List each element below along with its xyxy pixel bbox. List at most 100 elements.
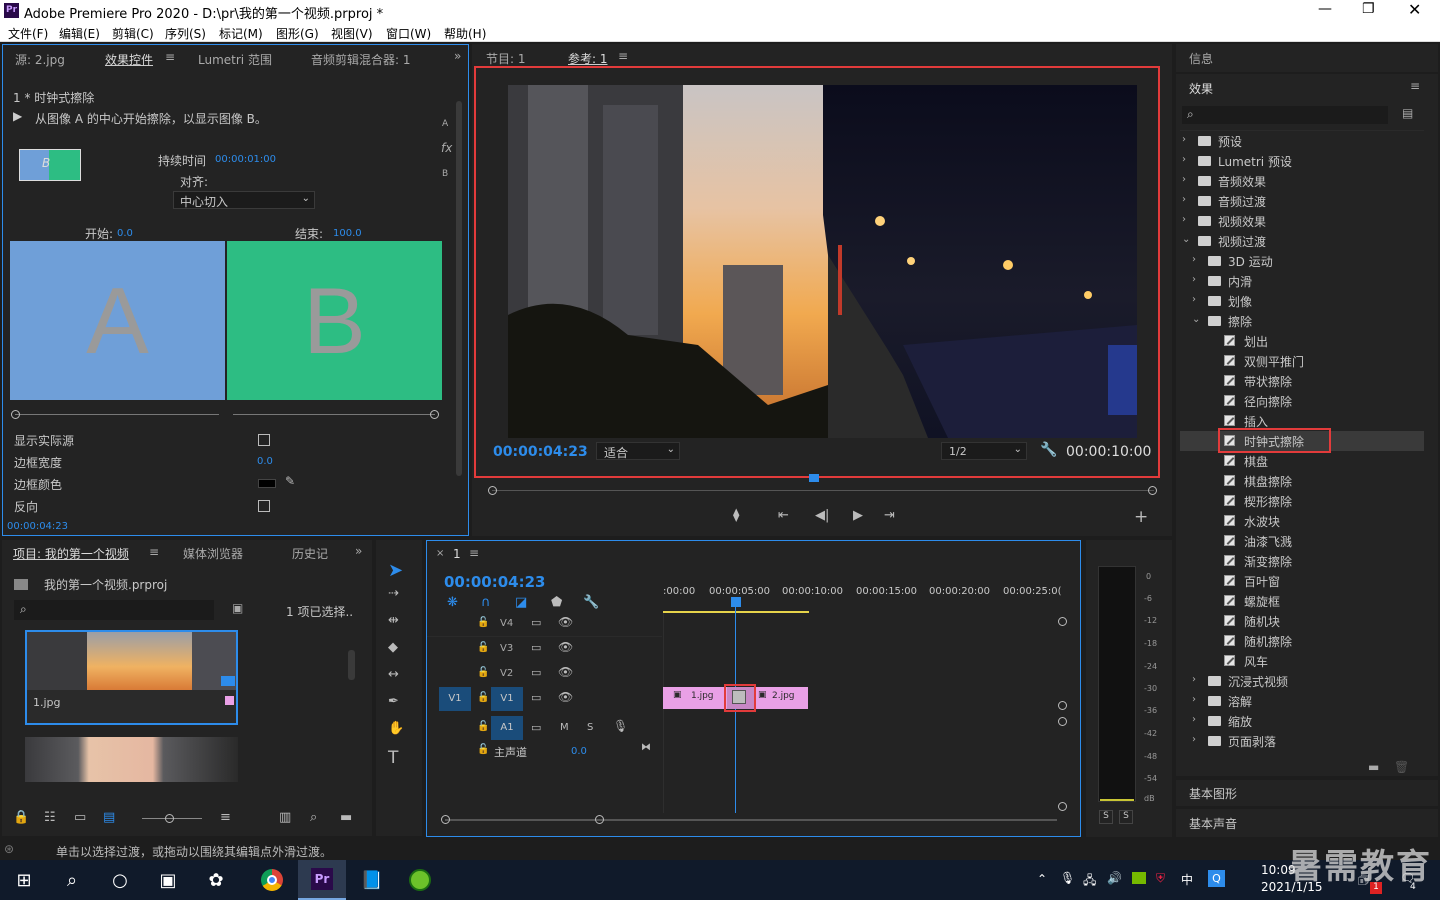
panel-menu-icon[interactable]: ≡ — [1410, 79, 1420, 93]
effect-item[interactable]: 楔形擦除 — [1180, 491, 1420, 511]
scrub-bar[interactable] — [492, 490, 1154, 491]
effect-item[interactable]: 渐变擦除 — [1180, 551, 1420, 571]
find-icon[interactable]: ⌕ — [310, 810, 317, 825]
effect-item[interactable]: 径向擦除 — [1180, 391, 1420, 411]
fit-dropdown[interactable]: 适合 ⌄ — [596, 442, 680, 460]
mute-button[interactable]: M — [560, 722, 569, 733]
effect-item[interactable]: 双侧平推门 — [1180, 351, 1420, 371]
chevron-right-icon[interactable]: › — [1182, 134, 1186, 145]
show-source-checkbox[interactable] — [258, 434, 270, 446]
pen-tool-icon[interactable]: ✒ — [388, 694, 399, 709]
effect-item[interactable]: 百叶窗 — [1180, 571, 1420, 591]
tab-history[interactable]: 历史记 — [292, 545, 328, 562]
play-icon[interactable]: ▶ — [853, 508, 863, 523]
quality-dropdown[interactable]: 1/2 ⌄ — [941, 442, 1027, 460]
type-tool-icon[interactable]: T — [388, 748, 398, 768]
tab-project[interactable]: 项目: 我的第一个视频 — [13, 545, 129, 562]
eye-icon[interactable]: 👁 — [558, 690, 573, 704]
playhead-handle[interactable] — [731, 597, 741, 607]
effect-folder[interactable]: ⌄ 擦除 — [1180, 311, 1420, 331]
vertical-zoom-mid[interactable] — [1058, 701, 1067, 710]
timeline-timecode[interactable]: 00:00:04:23 — [444, 573, 546, 591]
effect-item[interactable]: 棋盘 — [1180, 451, 1420, 471]
track-v1-label[interactable]: V1 — [491, 687, 523, 711]
maximize-button[interactable]: ❐ — [1362, 1, 1375, 17]
network-icon[interactable]: 🖧 — [1083, 871, 1096, 892]
program-timecode[interactable]: 00:00:04:23 — [493, 444, 588, 460]
solo-button[interactable]: S — [587, 722, 593, 733]
premiere-taskbar-icon[interactable]: Pr — [298, 860, 346, 900]
menu-graphics[interactable]: 图形(G) — [276, 25, 319, 42]
menu-view[interactable]: 视图(V) — [331, 25, 373, 42]
track-a1-label[interactable]: A1 — [491, 716, 523, 740]
effect-item[interactable]: 随机块 — [1180, 611, 1420, 631]
menu-file[interactable]: 文件(F) — [8, 25, 48, 42]
chevron-right-icon[interactable]: › — [1182, 194, 1186, 205]
cortana-icon[interactable]: ○ — [96, 860, 144, 900]
list-view-icon[interactable]: ☷ — [44, 810, 56, 825]
clip-thumbnail-1[interactable]: 1.jpg — [25, 630, 238, 725]
effect-item[interactable]: 带状擦除 — [1180, 371, 1420, 391]
chevron-down-icon[interactable]: ⌄ — [1192, 314, 1200, 325]
marker-icon[interactable]: ⬟ — [551, 595, 562, 610]
menu-edit[interactable]: 编辑(E) — [59, 25, 100, 42]
search-icon[interactable]: ⌕ — [48, 860, 96, 900]
eye-icon[interactable]: 👁 — [558, 640, 573, 654]
tab-effect-controls[interactable]: 效果控件 — [105, 51, 153, 68]
end-slider-handle[interactable] — [430, 410, 439, 419]
transition-highlight[interactable] — [724, 684, 756, 712]
icon-view-icon[interactable]: ▭ — [74, 810, 86, 825]
bin-icon[interactable]: ▣ — [232, 601, 243, 615]
effect-item[interactable]: 划出 — [1180, 331, 1420, 351]
eye-icon[interactable]: 👁 — [558, 665, 573, 679]
solo-left-button[interactable]: S — [1099, 810, 1113, 824]
menu-clip[interactable]: 剪辑(C) — [112, 25, 154, 42]
sequence-tab[interactable]: 1 — [453, 547, 461, 561]
start-windows-icon[interactable]: ⊞ — [0, 860, 48, 900]
clip-1[interactable]: ▣ 1.jpg — [663, 687, 727, 709]
go-to-out-icon[interactable]: ⇥ — [884, 508, 895, 523]
lock-icon[interactable]: 🔒 — [13, 810, 29, 825]
new-folder-icon[interactable]: ▬ — [1368, 760, 1379, 774]
step-back-icon[interactable]: ◀| — [815, 508, 829, 523]
clip-thumbnail-2[interactable] — [25, 737, 238, 782]
razor-tool-icon[interactable]: ◆ — [388, 640, 398, 655]
tab-source[interactable]: 源: 2.jpg — [15, 51, 65, 68]
security-icon[interactable]: ⛨ — [1156, 871, 1165, 886]
add-marker-icon[interactable]: ⧫ — [733, 508, 739, 523]
duration-value[interactable]: 00:00:01:00 — [215, 154, 276, 165]
eyedropper-icon[interactable]: ✎ — [285, 474, 295, 488]
film-icon[interactable]: ▭ — [531, 721, 541, 734]
effect-item[interactable]: 时钟式擦除 — [1180, 428, 1424, 453]
ripple-edit-tool-icon[interactable]: ⇹ — [388, 613, 399, 628]
hscroll-end-handle[interactable] — [595, 815, 604, 824]
sort-icon[interactable]: ≡ — [220, 810, 231, 825]
chevron-right-icon[interactable]: › — [1192, 694, 1196, 705]
overflow-icon[interactable]: » — [355, 544, 362, 558]
project-scrollbar[interactable] — [348, 650, 355, 680]
border-color-swatch[interactable] — [258, 479, 276, 488]
effect-folder[interactable]: › 3D 运动 — [1180, 251, 1420, 271]
track-v2-label[interactable]: V2 — [500, 668, 513, 679]
chevron-right-icon[interactable]: › — [1192, 254, 1196, 265]
watermelon-app-icon[interactable] — [396, 860, 444, 900]
menu-marker[interactable]: 标记(M) — [219, 25, 263, 42]
film-icon[interactable]: ▭ — [531, 666, 541, 679]
panel-menu-icon[interactable]: ≡ — [618, 49, 628, 63]
lock-icon[interactable]: 🔓 — [477, 744, 489, 755]
vertical-scrollbar[interactable] — [456, 101, 462, 476]
new-bin-icon[interactable]: ▤ — [1402, 106, 1413, 120]
overflow-icon[interactable]: » — [454, 49, 461, 63]
chevron-right-icon[interactable]: › — [1182, 154, 1186, 165]
effect-folder[interactable]: › 页面剥落 — [1180, 731, 1420, 751]
tab-lumetri-scopes[interactable]: Lumetri 范围 — [198, 51, 272, 68]
chevron-right-icon[interactable]: › — [1192, 294, 1196, 305]
minimize-button[interactable]: — — [1318, 1, 1332, 17]
effect-folder[interactable]: › Lumetri 预设 — [1180, 151, 1420, 171]
add-edit-icon[interactable]: ◪ — [515, 595, 527, 610]
microphone-tray-icon[interactable]: 🎙 — [1060, 871, 1075, 885]
work-area-bar[interactable] — [663, 611, 809, 613]
zoom-slider-handle[interactable] — [165, 814, 174, 823]
lock-icon[interactable]: 🔓 — [477, 721, 489, 732]
chrome-icon[interactable] — [248, 860, 296, 900]
